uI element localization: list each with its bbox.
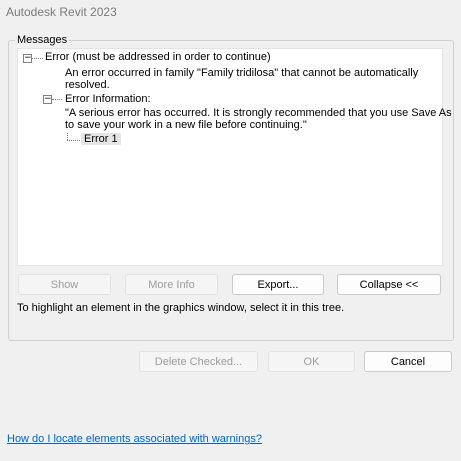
tree-node-error[interactable]: Error (must be addressed in order to con… xyxy=(45,51,271,63)
export-button[interactable]: Export... xyxy=(232,274,324,295)
tree-connector xyxy=(67,140,80,141)
tree-node-description: An error occurred in family "Family trid… xyxy=(65,67,418,91)
messages-group-label: Messages xyxy=(15,34,70,46)
more-info-button[interactable]: More Info xyxy=(125,274,218,295)
cancel-button[interactable]: Cancel xyxy=(364,351,452,372)
delete-checked-button[interactable]: Delete Checked... xyxy=(139,351,258,372)
help-link[interactable]: How do I locate elements associated with… xyxy=(7,433,262,445)
tree-connector xyxy=(32,58,43,59)
show-button[interactable]: Show xyxy=(18,274,111,295)
root-expand-toggle[interactable]: − xyxy=(23,54,32,63)
info-text-line: to save your work in a new file before c… xyxy=(65,119,307,131)
window-title: Autodesk Revit 2023 xyxy=(6,5,117,19)
tree-node-error-1[interactable]: Error 1 xyxy=(81,133,121,145)
messages-tree[interactable]: − Error (must be addressed in order to c… xyxy=(17,48,452,266)
info-expand-toggle[interactable]: − xyxy=(43,95,52,104)
tree-node-info-text: "A serious error has occurred. It is str… xyxy=(65,107,452,131)
tree-connector xyxy=(67,133,68,140)
info-text-line: "A serious error has occurred. It is str… xyxy=(65,107,452,119)
tree-node-error-information[interactable]: Error Information: xyxy=(65,93,151,105)
collapse-button[interactable]: Collapse << xyxy=(337,274,441,295)
description-line: resolved. xyxy=(65,79,110,91)
ok-button[interactable]: OK xyxy=(268,351,355,372)
tree-connector xyxy=(52,99,62,100)
description-line: An error occurred in family "Family trid… xyxy=(65,67,419,79)
hint-text: To highlight an element in the graphics … xyxy=(17,302,345,314)
